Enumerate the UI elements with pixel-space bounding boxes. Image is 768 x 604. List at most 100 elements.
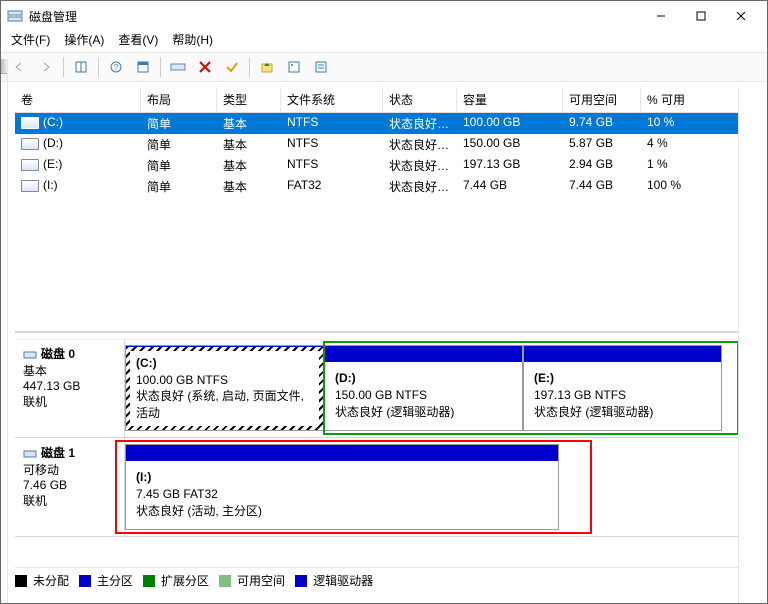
help-icon[interactable]: ?	[104, 55, 128, 79]
cell-type: 基本	[217, 113, 281, 134]
volume-row[interactable]: (E:)简单基本NTFS状态良好 (...197.13 GB2.94 GB1 %	[15, 155, 739, 176]
properties-icon[interactable]	[282, 55, 306, 79]
volume-icon	[21, 138, 39, 150]
partition-container: (I:)7.45 GB FAT32状态良好 (活动, 主分区)	[125, 438, 739, 536]
col-header-percent[interactable]: % 可用	[641, 87, 739, 112]
cell-capacity: 197.13 GB	[457, 155, 563, 176]
volume-row[interactable]: (C:)简单基本NTFS状态良好 (...100.00 GB9.74 GB10 …	[15, 113, 739, 134]
cell-free: 9.74 GB	[563, 113, 641, 134]
legend-label-extended: 扩展分区	[161, 572, 209, 589]
right-splitter[interactable]	[738, 87, 745, 603]
cell-capacity: 150.00 GB	[457, 134, 563, 155]
partition[interactable]: (E:) 197.13 GB NTFS 状态良好 (逻辑驱动器)	[523, 345, 722, 431]
partition[interactable]: (D:)150.00 GB NTFS状态良好 (逻辑驱动器)	[324, 345, 523, 431]
legend-label-unalloc: 未分配	[33, 572, 69, 589]
cell-pct: 4 %	[641, 134, 739, 155]
menu-view[interactable]: 查看(V)	[118, 31, 158, 48]
cell-layout: 简单	[141, 155, 217, 176]
disk-icon	[23, 447, 37, 461]
partition-info: 150.00 GB NTFS	[335, 388, 427, 402]
toolbar-icon-4[interactable]	[166, 55, 190, 79]
disk-size: 7.46 GB	[23, 478, 67, 492]
volume-icon	[21, 159, 39, 171]
partition[interactable]: (I:)7.45 GB FAT32状态良好 (活动, 主分区)	[125, 444, 559, 530]
cell-pct: 100 %	[641, 176, 739, 197]
legend-swatch-free	[219, 575, 231, 587]
cell-status: 状态良好 (...	[383, 176, 457, 197]
col-header-volume[interactable]: 卷	[15, 87, 141, 112]
toolbar-icon-1[interactable]	[69, 55, 93, 79]
disk-graphical-view: 磁盘 0基本447.13 GB联机(C:)100.00 GB NTFS状态良好 …	[15, 339, 739, 569]
folder-up-icon[interactable]	[255, 55, 279, 79]
right-strip	[745, 87, 767, 603]
partition-container: (C:)100.00 GB NTFS状态良好 (系统, 启动, 页面文件, 活动…	[125, 339, 739, 437]
cell-free: 7.44 GB	[563, 176, 641, 197]
partition-status: 状态良好 (系统, 启动, 页面文件, 活动	[136, 389, 304, 420]
checkmark-icon[interactable]	[220, 55, 244, 79]
volume-row[interactable]: (I:)简单基本FAT32状态良好 (...7.44 GB7.44 GB100 …	[15, 176, 739, 197]
cell-free: 5.87 GB	[563, 134, 641, 155]
partition-info: 197.13 GB NTFS	[534, 388, 626, 402]
col-header-layout[interactable]: 布局	[141, 87, 217, 112]
toolbar-icon-last[interactable]	[309, 55, 333, 79]
partition-stripe	[325, 346, 522, 362]
legend-swatch-logical	[295, 575, 307, 587]
forward-button[interactable]	[34, 55, 58, 79]
cell-fs: NTFS	[281, 155, 383, 176]
window-title: 磁盘管理	[29, 8, 641, 25]
disk-icon	[23, 348, 37, 362]
partition-body: (E:) 197.13 GB NTFS 状态良好 (逻辑驱动器)	[524, 362, 721, 430]
maximize-button[interactable]	[681, 2, 721, 30]
legend: 未分配 主分区 扩展分区 可用空间 逻辑驱动器	[15, 567, 739, 593]
cell-fs: FAT32	[281, 176, 383, 197]
partition-stripe	[126, 445, 558, 461]
col-header-status[interactable]: 状态	[383, 87, 457, 112]
volume-columns-header: 卷 布局 类型 文件系统 状态 容量 可用空间 % 可用	[15, 87, 739, 113]
partition-status: 状态良好 (活动, 主分区)	[136, 504, 262, 518]
close-button[interactable]	[721, 2, 761, 30]
disk-row: 磁盘 1可移动7.46 GB联机(I:)7.45 GB FAT32状态良好 (活…	[15, 438, 739, 537]
minimize-button[interactable]	[641, 2, 681, 30]
cell-volume: (I:)	[15, 176, 141, 197]
menu-action[interactable]: 操作(A)	[64, 31, 104, 48]
cell-status: 状态良好 (...	[383, 134, 457, 155]
partition-info: 7.45 GB FAT32	[136, 487, 218, 501]
disk-label[interactable]: 磁盘 1可移动7.46 GB联机	[15, 438, 125, 536]
partition-body: (C:)100.00 GB NTFS状态良好 (系统, 启动, 页面文件, 活动	[126, 347, 323, 430]
cell-volume: (E:)	[15, 155, 141, 176]
cell-free: 2.94 GB	[563, 155, 641, 176]
delete-icon[interactable]	[193, 55, 217, 79]
col-header-type[interactable]: 类型	[217, 87, 281, 112]
disk-type: 基本	[23, 364, 47, 378]
titlebar[interactable]: 磁盘管理	[1, 1, 767, 31]
toolbar-icon-3[interactable]	[131, 55, 155, 79]
menu-help[interactable]: 帮助(H)	[172, 31, 213, 48]
partition-drive: (E:)	[534, 371, 554, 385]
col-header-capacity[interactable]: 容量	[457, 87, 563, 112]
legend-label-primary: 主分区	[97, 572, 133, 589]
cell-type: 基本	[217, 134, 281, 155]
cell-fs: NTFS	[281, 134, 383, 155]
cell-capacity: 7.44 GB	[457, 176, 563, 197]
partition[interactable]: (C:)100.00 GB NTFS状态良好 (系统, 启动, 页面文件, 活动	[125, 345, 324, 431]
cell-volume: (C:)	[15, 113, 141, 134]
col-header-fs[interactable]: 文件系统	[281, 87, 383, 112]
svg-text:?: ?	[114, 63, 119, 72]
partition-status: 状态良好 (逻辑驱动器)	[534, 405, 653, 419]
partition-body: (D:)150.00 GB NTFS状态良好 (逻辑驱动器)	[325, 362, 522, 430]
volume-icon	[21, 117, 39, 129]
back-button[interactable]	[7, 55, 31, 79]
volume-row[interactable]: (D:)简单基本NTFS状态良好 (...150.00 GB5.87 GB4 %	[15, 134, 739, 155]
menubar: 文件(F) 操作(A) 查看(V) 帮助(H)	[1, 31, 767, 52]
cell-pct: 10 %	[641, 113, 739, 134]
main-area: 卷 布局 类型 文件系统 状态 容量 可用空间 % 可用 (C:)简单基本NTF…	[7, 87, 767, 603]
col-header-free[interactable]: 可用空间	[563, 87, 641, 112]
partition-drive: (C:)	[136, 356, 157, 370]
menu-file[interactable]: 文件(F)	[11, 31, 50, 48]
legend-label-free: 可用空间	[237, 572, 285, 589]
partition-stripe	[524, 346, 721, 362]
toolbar: ?	[1, 52, 767, 82]
disk-label[interactable]: 磁盘 0基本447.13 GB联机	[15, 339, 125, 437]
partition-status: 状态良好 (逻辑驱动器)	[335, 405, 454, 419]
legend-label-logical: 逻辑驱动器	[313, 572, 373, 589]
